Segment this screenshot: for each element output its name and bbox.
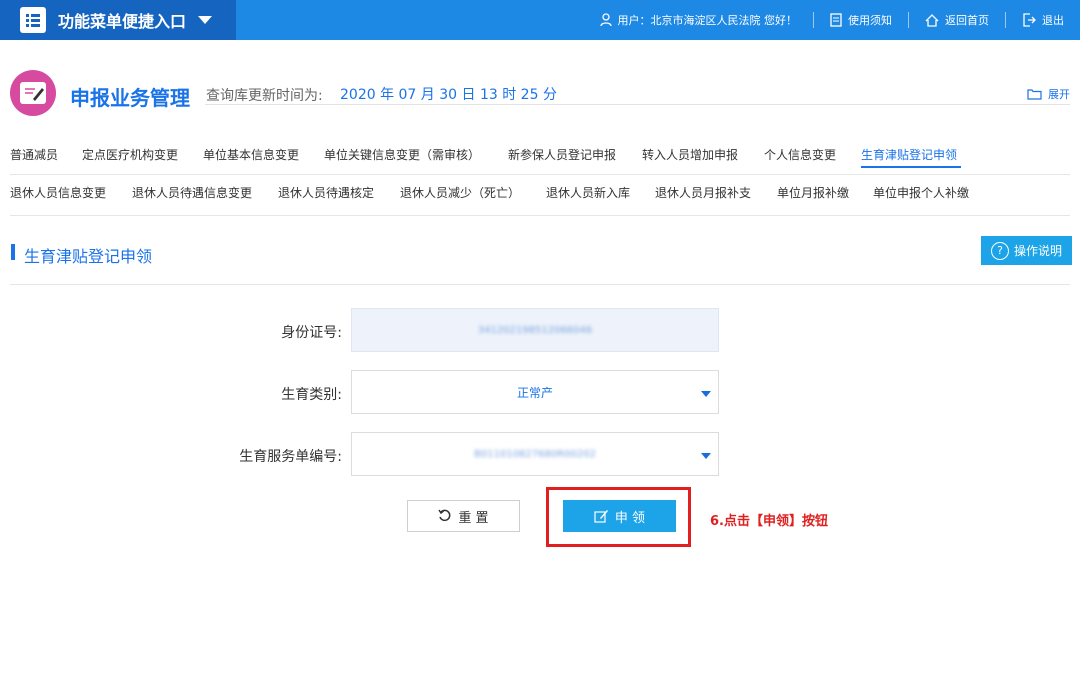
divider [10,215,1070,216]
tab-retiree-benefit-info-change[interactable]: 退休人员待遇信息变更 [132,184,252,201]
usage-notice-link[interactable]: 使用须知 [814,12,908,28]
home-link[interactable]: 返回首页 [909,12,1005,28]
chevron-down-icon [701,391,711,397]
question-icon: ? [990,241,1009,260]
home-label: 返回首页 [945,14,989,27]
menu-grid-icon [20,7,46,33]
expand-label: 展开 [1048,88,1070,101]
logout-label: 退出 [1042,14,1064,27]
tab-maternity-allowance[interactable]: 生育津贴登记申领 [861,146,957,163]
divider [10,174,1070,175]
update-time-label: 查询库更新时间为: [206,88,323,104]
logout-link[interactable]: 退出 [1006,12,1080,28]
divider [10,284,1070,285]
home-icon [925,13,939,27]
tab-normal-reduction[interactable]: 普通减员 [10,146,58,163]
chevron-down-icon [198,16,213,24]
document-icon [830,13,842,27]
service-number-select[interactable]: B011010827680R00202 [351,432,719,476]
id-number-field[interactable]: 341202198512066046 [351,308,719,352]
expand-button[interactable]: 展开 [1027,86,1070,102]
instruction-annotation: 6.点击【申领】按钮 [710,514,828,529]
chevron-down-icon [701,453,711,459]
update-time-value: 2020 年 07 月 30 日 13 时 25 分 [340,87,557,103]
function-menu-title: 功能菜单便捷入口 [58,12,187,31]
reset-label: 重 置 [458,510,489,526]
id-number-label: 身份证号: [281,325,342,341]
tab-retiree-new-entry[interactable]: 退休人员新入库 [546,184,630,201]
folder-icon [1027,89,1042,100]
user-greeting: 用户：北京市海淀区人民法院 您好！ [584,12,814,28]
page-title: 申报业务管理 [70,86,190,110]
tab-unit-basic-info-change[interactable]: 单位基本信息变更 [203,146,299,163]
id-number-value: 341202198512066046 [477,324,593,336]
operation-guide-label: 操作说明 [1013,244,1062,258]
service-number-label: 生育服务单编号: [239,449,342,465]
section-title: 生育津贴登记申领 [24,247,153,266]
birth-type-select[interactable]: 正常产 [351,370,719,414]
divider [205,104,1070,105]
tab-retiree-benefit-approval[interactable]: 退休人员待遇核定 [278,184,374,201]
user-greeting-text: 用户：北京市海淀区人民法院 您好！ [617,14,798,27]
section-title-marker [11,244,15,260]
reset-button[interactable]: 重 置 [407,500,520,532]
operation-guide-button[interactable]: ? 操作说明 [981,236,1072,265]
tab-unit-key-info-change[interactable]: 单位关键信息变更（需审核） [324,146,480,163]
birth-type-label: 生育类别: [281,387,342,403]
reset-icon [438,509,451,522]
tab-medical-institution-change[interactable]: 定点医疗机构变更 [82,146,178,163]
tab-unit-personal-back-payment[interactable]: 单位申报个人补缴 [873,184,969,201]
tab-bar-row-2: 退休人员信息变更 退休人员待遇信息变更 退休人员待遇核定 退休人员减少（死亡） … [0,184,1080,208]
tab-retiree-monthly-supplement[interactable]: 退休人员月报补支 [655,184,751,201]
top-right-nav: 用户：北京市海淀区人民法院 您好！ 使用须知 返回首页 退出 [584,0,1080,40]
usage-notice-label: 使用须知 [848,14,892,27]
app-logo-icon [10,70,56,116]
tab-personal-info-change[interactable]: 个人信息变更 [764,146,836,163]
active-tab-indicator [861,166,961,168]
function-menu-button[interactable]: 功能菜单便捷入口 [0,0,236,40]
birth-type-value: 正常产 [516,385,553,400]
service-number-value: B011010827680R00202 [474,448,596,460]
tab-new-insured-registration[interactable]: 新参保人员登记申报 [508,146,616,163]
tab-transfer-in-increase[interactable]: 转入人员增加申报 [642,146,738,163]
user-icon [599,13,612,27]
top-bar: 功能菜单便捷入口 用户：北京市海淀区人民法院 您好！ 使用须知 返回首页 退出 [0,0,1080,40]
tab-retiree-info-change[interactable]: 退休人员信息变更 [10,184,106,201]
page-header: 申报业务管理 查询库更新时间为: 2020 年 07 月 30 日 13 时 2… [0,70,1080,122]
tab-retiree-reduction-death[interactable]: 退休人员减少（死亡） [400,184,520,201]
highlight-box [546,487,691,547]
tab-unit-monthly-back-payment[interactable]: 单位月报补缴 [777,184,849,201]
logout-icon [1023,13,1036,27]
